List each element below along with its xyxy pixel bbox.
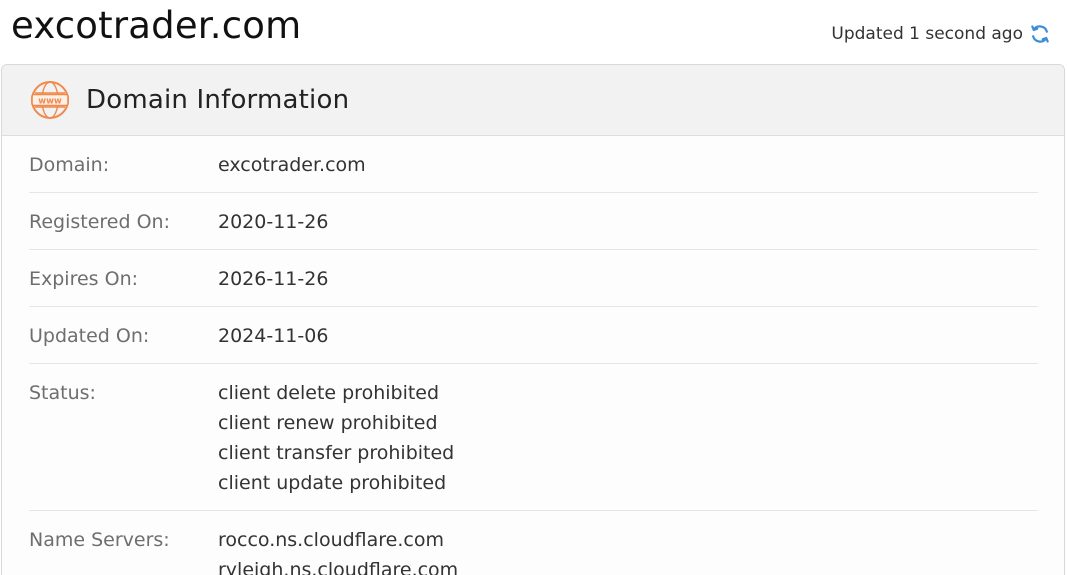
card-header: www Domain Information: [2, 65, 1064, 136]
info-value-line: client renew prohibited: [218, 412, 438, 434]
info-value: 2024-11-06: [218, 321, 328, 351]
info-value-line: ryleigh.ns.cloudflare.com: [218, 559, 459, 575]
info-value-line: client delete prohibited: [218, 382, 440, 404]
info-value-line: client update prohibited: [218, 472, 447, 494]
info-label: Registered On:: [29, 211, 170, 233]
updated-text: Updated 1 second ago: [831, 24, 1023, 44]
info-row-name-servers: Name Servers: rocco.ns.cloudflare.com ryle…: [29, 511, 1038, 575]
info-value-line: 2024-11-06: [218, 325, 329, 347]
info-label: Domain:: [29, 154, 110, 176]
info-row-updated-on: Updated On: 2024-11-06: [29, 307, 1038, 364]
info-label: Name Servers:: [29, 529, 170, 551]
info-value: 2020-11-26: [218, 207, 328, 237]
info-label: Status:: [29, 382, 96, 404]
www-globe-icon: www: [29, 79, 71, 121]
info-value: rocco.ns.cloudflare.com ryleigh.ns.cloudf…: [218, 525, 458, 575]
info-value-line: rocco.ns.cloudflare.com: [218, 529, 444, 551]
update-status: Updated 1 second ago: [831, 20, 1051, 48]
info-value-line: client transfer prohibited: [218, 442, 455, 464]
info-row-status: Status: client delete prohibited client re…: [29, 364, 1038, 511]
info-row-expires-on: Expires On: 2026-11-26: [29, 250, 1038, 307]
www-icon-text: www: [38, 96, 62, 106]
info-row-registered-on: Registered On: 2020-11-26: [29, 193, 1038, 250]
info-value-line: excotrader.com: [218, 154, 366, 176]
info-value: excotrader.com: [218, 150, 366, 180]
page: excotrader.com Updated 1 second ago www: [0, 0, 1067, 575]
info-value: 2026-11-26: [218, 264, 328, 294]
domain-information-card: www Domain Information Domain: excotrader…: [1, 64, 1065, 575]
refresh-icon[interactable]: [1029, 23, 1051, 45]
info-label: Updated On:: [29, 325, 150, 347]
info-value-line: 2026-11-26: [218, 268, 329, 290]
info-row-domain: Domain: excotrader.com: [29, 136, 1038, 193]
info-value-line: 2020-11-26: [218, 211, 329, 233]
info-label: Expires On:: [29, 268, 139, 290]
page-title: excotrader.com: [11, 4, 302, 47]
info-table: Domain: excotrader.com Registered On: 2020-…: [2, 136, 1064, 575]
info-value: client delete prohibited client renew pro…: [218, 378, 454, 498]
card-title: Domain Information: [86, 85, 350, 115]
